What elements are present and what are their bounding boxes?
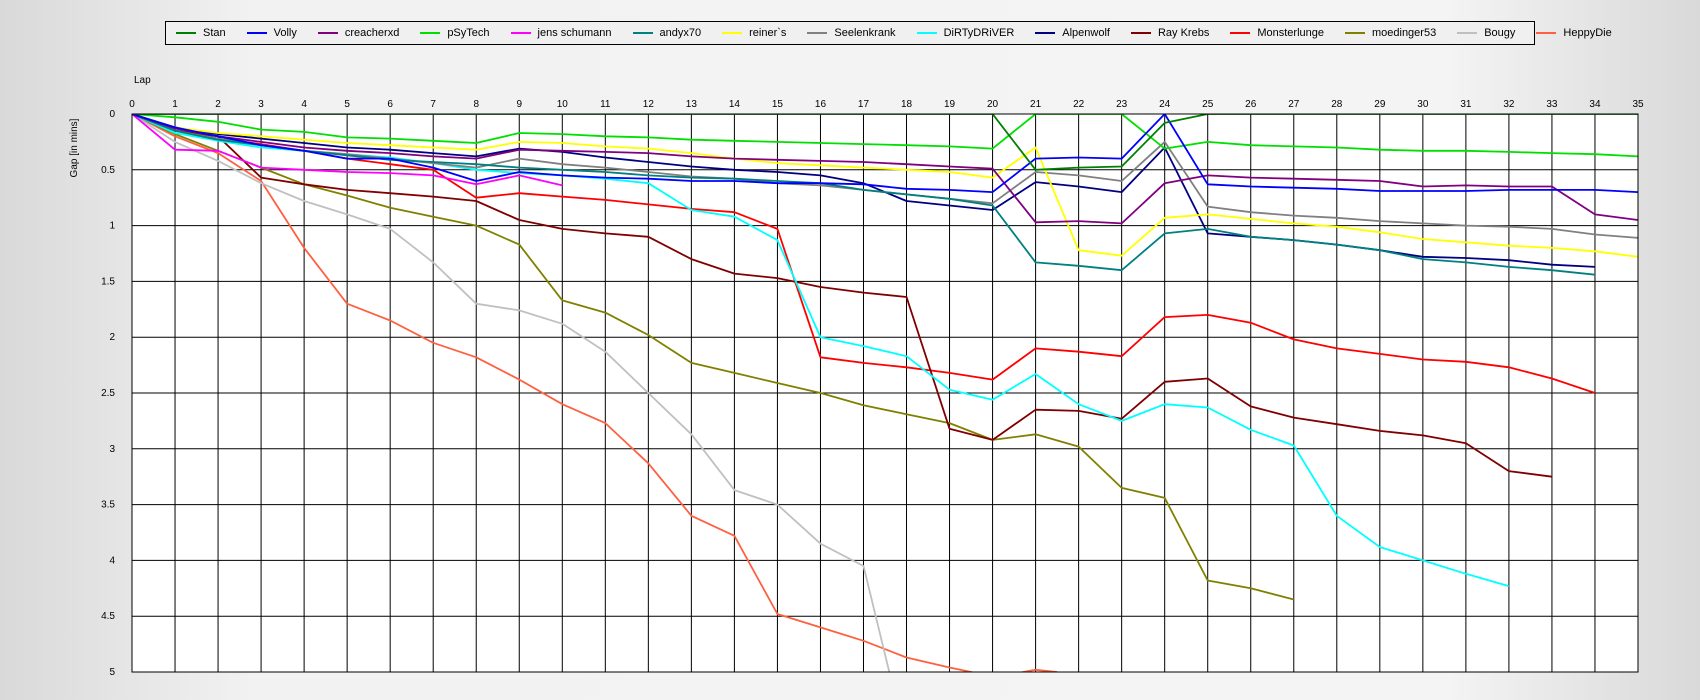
x-tick-label: 20 [987,99,999,110]
x-tick-label: 15 [772,99,784,110]
x-tick-label: 35 [1632,99,1644,110]
y-tick-label: 3.5 [101,500,115,511]
y-tick-label: 1.5 [101,276,115,287]
x-tick-label: 29 [1374,99,1386,110]
x-axis-title: Lap [134,75,151,86]
y-axis-title: Gap [in mins] [69,118,80,177]
x-tick-label: 7 [430,99,436,110]
y-tick-label: 4 [109,555,115,566]
x-tick-label: 8 [473,99,479,110]
x-tick-label: 28 [1331,99,1343,110]
y-tick-label: 5 [109,667,115,678]
x-tick-label: 4 [301,99,307,110]
x-tick-label: 17 [858,99,870,110]
x-tick-label: 25 [1202,99,1214,110]
x-tick-label: 32 [1503,99,1515,110]
y-tick-label: 0 [109,109,115,120]
x-tick-label: 5 [344,99,350,110]
x-tick-label: 2 [215,99,221,110]
y-tick-label: 0.5 [101,165,115,176]
x-tick-label: 23 [1116,99,1128,110]
x-tick-label: 34 [1589,99,1601,110]
x-tick-label: 9 [516,99,522,110]
x-tick-label: 10 [557,99,569,110]
x-tick-label: 16 [815,99,827,110]
y-tick-label: 1 [109,221,115,232]
x-tick-label: 30 [1417,99,1429,110]
x-tick-label: 27 [1288,99,1300,110]
x-tick-label: 0 [129,99,135,110]
x-tick-label: 3 [258,99,264,110]
y-tick-label: 2.5 [101,388,115,399]
x-tick-label: 33 [1546,99,1558,110]
y-tick-label: 4.5 [101,611,115,622]
x-tick-label: 12 [643,99,655,110]
x-tick-label: 14 [729,99,741,110]
line-chart: Lap Gap [in mins] 0 1 2 3 4 5 6 7 8 9 10 11 12 13 14 15… [69,75,1644,678]
x-tick-label: 21 [1030,99,1042,110]
x-tick-label: 22 [1073,99,1085,110]
x-tick-label: 26 [1245,99,1257,110]
x-tick-label: 24 [1159,99,1171,110]
y-tick-label: 2 [109,332,115,343]
x-tick-label: 11 [600,99,611,110]
y-tick-label: 3 [109,444,115,455]
x-tick-label: 18 [901,99,913,110]
x-tick-label: 19 [944,99,956,110]
x-tick-label: 1 [172,99,178,110]
x-tick-label: 31 [1460,99,1472,110]
x-tick-label: 6 [387,99,393,110]
x-tick-label: 13 [686,99,698,110]
